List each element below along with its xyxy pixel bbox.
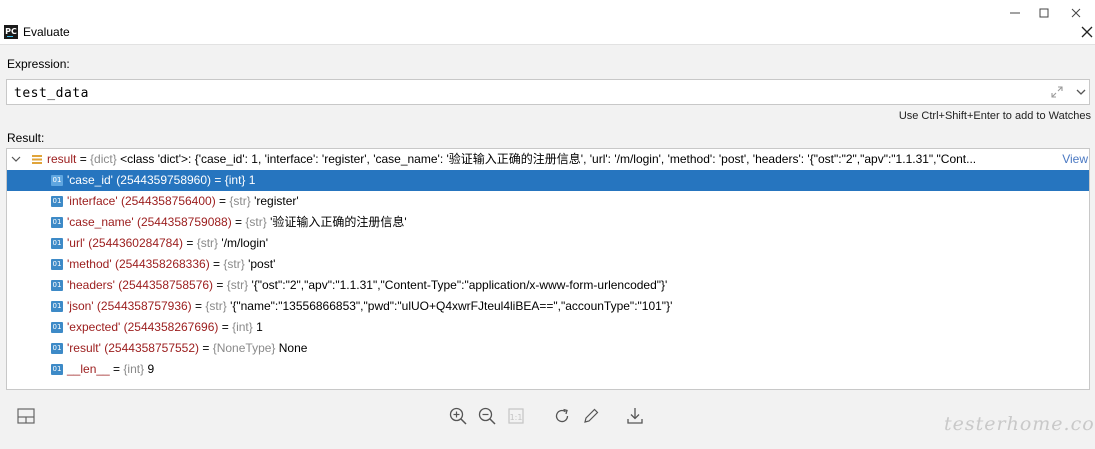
tree-row-item[interactable]: 01 'url' (2544360284784) = {str} '/m/log… <box>7 233 1089 254</box>
layout-toggle-icon[interactable] <box>16 406 36 426</box>
primitive-value-icon: 01 <box>51 364 63 375</box>
result-name: result <box>47 152 77 166</box>
svg-text:1:1: 1:1 <box>510 413 523 422</box>
result-value: <class 'dict'>: {'case_id': 1, 'interfac… <box>120 152 977 166</box>
result-type: {dict} <box>90 152 117 166</box>
expression-input[interactable]: test_data <box>6 79 1090 105</box>
pycharm-app-icon: PC <box>4 25 18 39</box>
tree-row-item[interactable]: 01 'headers' (2544358758576) = {str} '{"… <box>7 275 1089 296</box>
primitive-value-icon: 01 <box>51 217 63 228</box>
watermark: testerhome.com <box>944 413 1095 435</box>
title-bar: PC Evaluate <box>0 0 1095 45</box>
minimize-icon <box>1010 12 1020 14</box>
tree-row-item[interactable]: 01 'case_name' (2544358759088) = {str} '… <box>7 212 1089 233</box>
close-icon <box>1071 8 1081 18</box>
primitive-value-icon: 01 <box>51 343 63 354</box>
close-icon <box>1081 26 1093 38</box>
tree-row-item[interactable]: 01 'result' (2544358757552) = {NoneType}… <box>7 338 1089 359</box>
primitive-value-icon: 01 <box>51 238 63 249</box>
primitive-value-icon: 01 <box>51 280 63 291</box>
primitive-value-icon: 01 <box>51 301 63 312</box>
chevron-down-icon[interactable] <box>1074 85 1088 99</box>
tree-row-item[interactable]: 01 'case_id' (2544359758960) = {int} 1 <box>7 170 1089 191</box>
zoom-in-icon[interactable] <box>448 406 468 426</box>
primitive-value-icon: 01 <box>51 196 63 207</box>
result-tree[interactable]: result = {dict} <class 'dict'>: {'case_i… <box>6 148 1090 390</box>
zoom-out-icon[interactable] <box>477 406 497 426</box>
minimize-button[interactable] <box>1001 4 1029 22</box>
edit-pencil-icon[interactable] <box>581 406 601 426</box>
refresh-icon[interactable] <box>552 406 572 426</box>
dict-icon <box>32 155 42 164</box>
maximize-icon <box>1039 8 1049 18</box>
maximize-button[interactable] <box>1030 4 1058 22</box>
tree-row-item[interactable]: 01 __len__ = {int} 9 <box>7 359 1089 380</box>
primitive-value-icon: 01 <box>51 322 63 333</box>
expression-label: Expression: <box>7 57 70 71</box>
primitive-value-icon: 01 <box>51 175 63 186</box>
result-label: Result: <box>7 131 45 145</box>
chevron-down-icon[interactable] <box>11 154 21 164</box>
tree-row-result[interactable]: result = {dict} <class 'dict'>: {'case_i… <box>7 149 1089 170</box>
tree-row-item[interactable]: 01 'expected' (2544358267696) = {int} 1 <box>7 317 1089 338</box>
tree-row-item[interactable]: 01 'method' (2544358268336) = {str} 'pos… <box>7 254 1089 275</box>
tree-row-item[interactable]: 01 'interface' (2544358756400) = {str} '… <box>7 191 1089 212</box>
download-icon[interactable] <box>625 406 645 426</box>
actual-size-icon[interactable]: 1:1 <box>506 406 526 426</box>
primitive-value-icon: 01 <box>51 259 63 270</box>
view-link[interactable]: View <box>1059 149 1088 170</box>
window-title: Evaluate <box>23 25 70 39</box>
dialog-close-button[interactable] <box>1080 24 1094 40</box>
watches-hint: Use Ctrl+Shift+Enter to add to Watches <box>898 110 1091 122</box>
tree-row-item[interactable]: 01 'json' (2544358757936) = {str} '{"nam… <box>7 296 1089 317</box>
expression-value[interactable]: test_data <box>14 86 89 101</box>
expand-editor-icon[interactable] <box>1050 85 1064 99</box>
window-close-button[interactable] <box>1062 4 1090 22</box>
